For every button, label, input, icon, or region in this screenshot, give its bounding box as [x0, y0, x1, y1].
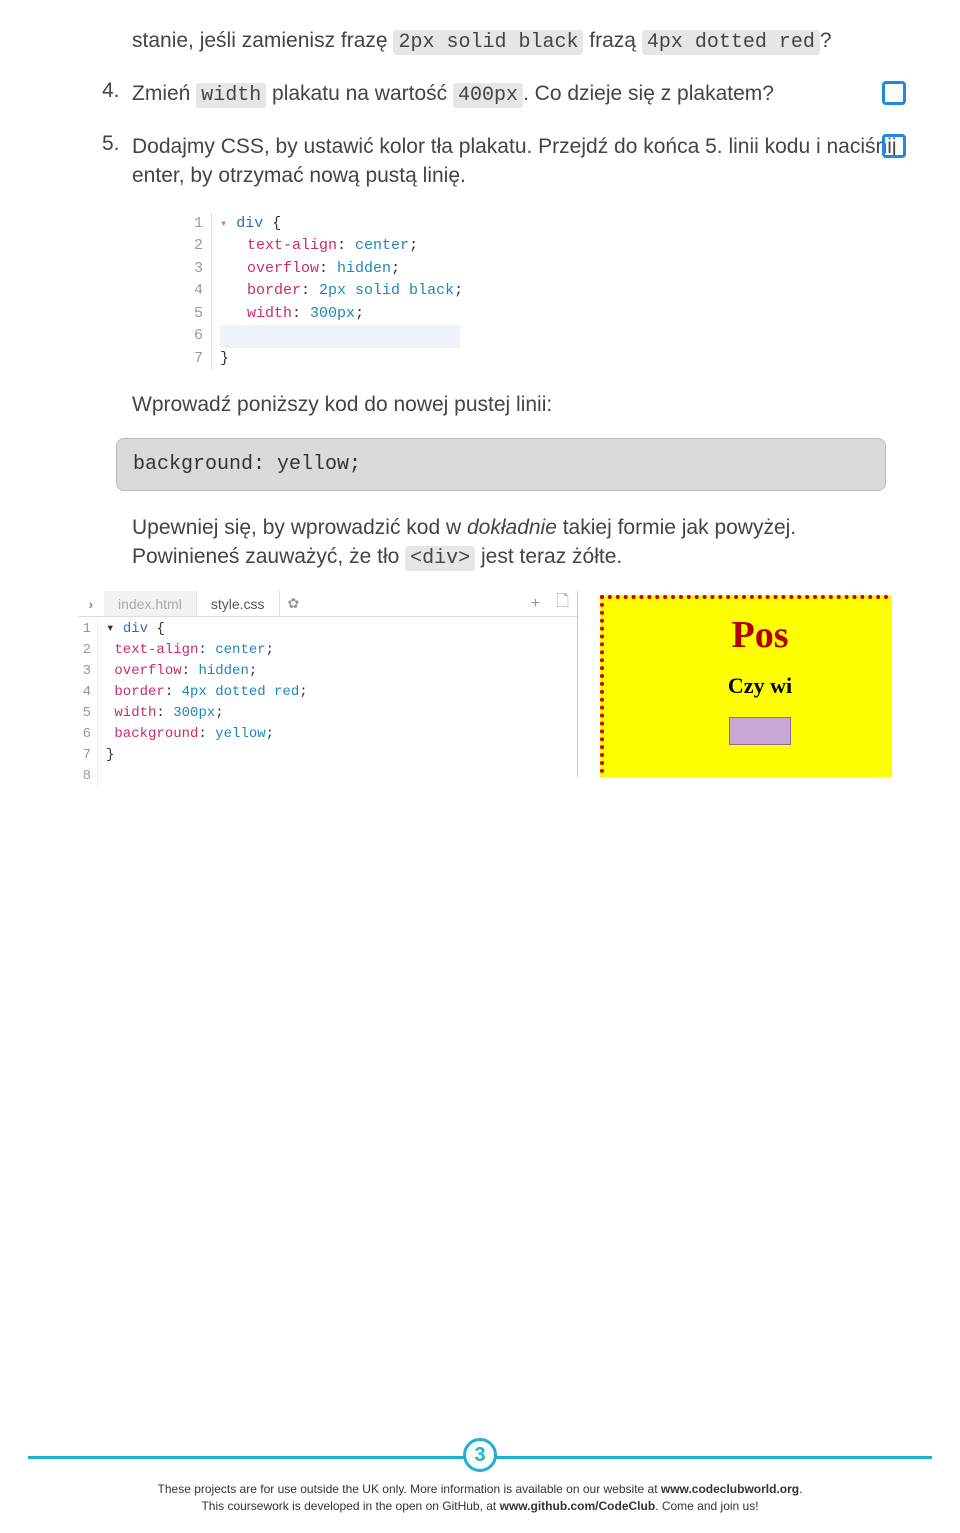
poster-subtitle: Czy wi	[604, 673, 892, 699]
tab-style-css[interactable]: style.css	[197, 591, 280, 616]
code-div: <div>	[405, 546, 475, 571]
step5-number: 5.	[102, 132, 132, 156]
code-4px-dotted-red: 4px dotted red	[642, 30, 820, 55]
file-icon[interactable]: 🗋	[548, 590, 577, 617]
intro-text: Wprowadź poniższy kod do nowej pustej li…	[132, 390, 900, 419]
step3-text: stanie, jeśli zamienisz frazę 2px solid …	[132, 26, 900, 57]
poster-preview: Pos Czy wi	[600, 595, 892, 777]
editor-preview-screenshot: › index.html style.css ✿ + 🗋 1▾ div {2 t…	[78, 591, 892, 777]
tab-index-html[interactable]: index.html	[104, 591, 197, 616]
poster-title: Pos	[604, 613, 892, 657]
poster-bar	[729, 717, 791, 745]
code-400px: 400px	[453, 83, 523, 108]
code-box-background-yellow: background: yellow;	[116, 438, 886, 491]
gear-icon[interactable]: ✿	[288, 595, 300, 612]
code-2px-solid-black: 2px solid black	[393, 30, 583, 55]
sidebar-toggle-icon[interactable]: ›	[78, 596, 104, 612]
step5-text: Dodajmy CSS, by ustawić kolor tła plakat…	[132, 132, 900, 191]
code-width: width	[196, 83, 266, 108]
confirm-text: Upewniej się, by wprowadzić kod w dokład…	[132, 513, 900, 573]
page-number: 3	[463, 1438, 497, 1472]
code-editor-snippet-2: 1▾ div {2 text-align: center;3 overflow:…	[78, 617, 577, 787]
add-tab-icon[interactable]: +	[523, 595, 548, 613]
step4-text: Zmień width plakatu na wartość 400px. Co…	[132, 79, 900, 110]
step4-number: 4.	[102, 79, 132, 103]
step4-checkbox[interactable]	[882, 81, 906, 105]
footer-text: These projects are for use outside the U…	[0, 1481, 960, 1515]
code-editor-snippet-1: 1▾ div {2 text-align: center;3 overflow:…	[190, 213, 472, 371]
step5-checkbox[interactable]	[882, 134, 906, 158]
preview-pane: Pos Czy wi	[578, 591, 892, 777]
